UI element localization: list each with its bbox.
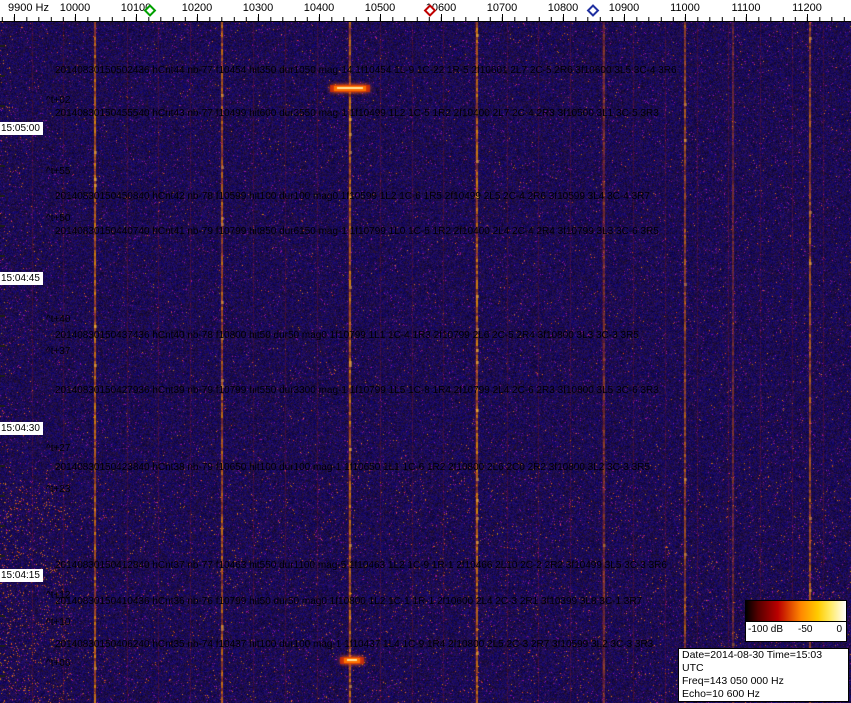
- info-echo-frequency: Echo=10 600 Hz: [682, 688, 760, 700]
- freq-tick-label: 10500: [364, 2, 396, 14]
- freq-tick-label: 10800: [547, 2, 579, 14]
- time-offset-marker: ^t+55: [46, 166, 71, 177]
- freq-tick-mark: [685, 14, 686, 21]
- freq-tick-mark: [319, 14, 320, 21]
- detection-text-line: 20140830150440740 hCnt41 nb-79 f10799 hi…: [55, 226, 659, 237]
- time-axis-label: 15:04:45: [0, 272, 43, 285]
- time-offset-marker: ^t+27: [46, 443, 71, 454]
- time-offset-marker: ^t+40: [46, 314, 71, 325]
- spectrogram-app-window: 9900 Hz 10000 10100 10200 10300 10400 10…: [0, 0, 851, 703]
- freq-tick-mark: [258, 14, 259, 21]
- detection-text-line: 20140830150423840 hCnt38 nb-79 f10650 hi…: [55, 462, 650, 473]
- freq-tick-label: 10000: [59, 2, 91, 14]
- status-info-box: Date=2014-08-30 Time=15:03 UTC Freq=143 …: [678, 648, 849, 703]
- freq-tick-label: 10300: [242, 2, 274, 14]
- legend-mid-label: -50: [798, 624, 813, 635]
- detection-text-line: 20140830150437436 hCnt40 nb-78 f10800 hi…: [55, 330, 639, 341]
- detection-text-line: 20140830150502436 hCnt44 nb-77 f10454 hi…: [55, 65, 677, 76]
- time-axis-label: 15:04:30: [0, 422, 43, 435]
- freq-tick-mark: [563, 14, 564, 21]
- freq-tick-label: 11100: [731, 2, 761, 14]
- frequency-axis: 9900 Hz 10000 10100 10200 10300 10400 10…: [0, 0, 851, 22]
- freq-tick-label: 10400: [303, 2, 335, 14]
- legend-min-label: -100 dB: [748, 624, 784, 635]
- info-date-time: Date=2014-08-30 Time=15:03 UTC: [682, 649, 823, 674]
- time-offset-marker: ^t+23: [46, 484, 71, 495]
- time-axis-label: 15:04:15: [0, 569, 43, 582]
- freq-tick-label: 9900 Hz: [8, 2, 49, 14]
- time-offset-marker: ^t+06: [46, 658, 71, 669]
- detection-text-line: 20140830150412840 hCnt37 nb-77 f10463 hi…: [55, 560, 667, 571]
- freq-tick-mark: [380, 14, 381, 21]
- db-gradient-bar: [746, 601, 846, 622]
- detection-text-line: 20140830150410436 hCnt36 nb-76 f10799 hi…: [55, 596, 643, 607]
- time-axis-label: 15:05:00: [0, 122, 43, 135]
- freq-tick-mark: [136, 14, 137, 21]
- detection-text-line: 20140830150455540 hCnt43 nb-77 f10499 hi…: [55, 108, 659, 119]
- freq-tick-label: 11200: [792, 2, 822, 14]
- db-color-scale-legend: -100 dB -50 0: [745, 600, 847, 642]
- freq-tick-mark: [197, 14, 198, 21]
- detection-text-line: 20140830150450840 hCnt42 nb-78 f10599 hi…: [55, 191, 650, 202]
- time-offset-marker: ^t+37: [46, 346, 71, 357]
- info-frequency: Freq=143 050 000 Hz: [682, 675, 784, 687]
- detection-text-line: 20140830150406240 hCnt35 nb-74 f10437 hi…: [55, 639, 654, 650]
- time-offset-marker: ^t+50: [46, 213, 71, 224]
- detection-text-line: 20140830150427936 hCnt39 nb-79 f10799 hi…: [55, 385, 659, 396]
- freq-tick-label: 11000: [670, 2, 700, 14]
- time-offset-marker: ^t+02: [46, 95, 71, 106]
- blue-marker-diamond-icon[interactable]: [586, 4, 600, 17]
- freq-tick-label: 10900: [608, 2, 640, 14]
- freq-tick-mark: [14, 14, 15, 21]
- freq-tick-mark: [624, 14, 625, 21]
- freq-tick-mark: [75, 14, 76, 21]
- freq-tick-label: 10200: [181, 2, 213, 14]
- freq-minor-ticks: [0, 17, 851, 21]
- freq-tick-mark: [746, 14, 747, 21]
- legend-max-label: 0: [836, 624, 842, 635]
- freq-tick-mark: [807, 14, 808, 21]
- time-offset-marker: ^t+12: [46, 590, 71, 601]
- freq-tick-mark: [441, 14, 442, 21]
- db-legend-labels: -100 dB -50 0: [746, 622, 846, 640]
- time-offset-marker: ^t+10: [46, 617, 71, 628]
- freq-tick-mark: [502, 14, 503, 21]
- freq-tick-label: 10700: [486, 2, 518, 14]
